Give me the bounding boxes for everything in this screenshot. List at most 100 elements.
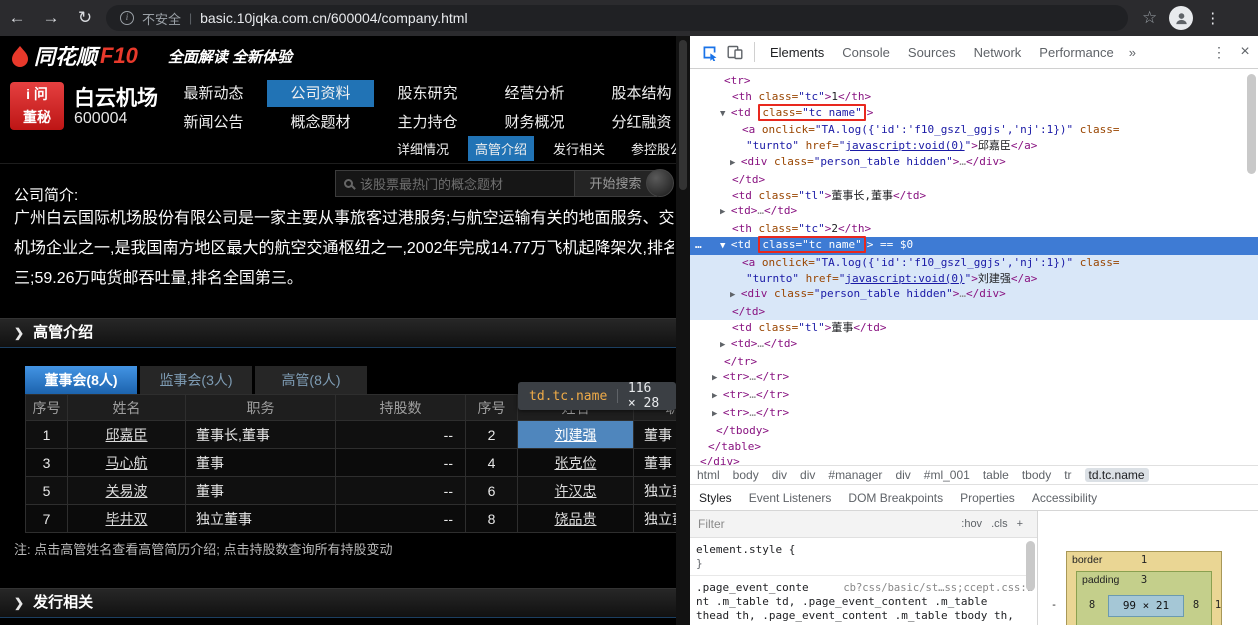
dom-tree-line[interactable]: "turnto" href="javascript:void(0)">刘建强</… <box>690 270 1258 287</box>
nav-item[interactable]: 股本结构 <box>588 80 676 107</box>
styles-filter-input[interactable]: Filter <box>698 517 725 531</box>
profile-avatar[interactable] <box>1169 6 1194 30</box>
subnav-item[interactable]: 高管介绍 <box>468 136 535 161</box>
table-cell[interactable]: 张克俭 <box>517 448 634 477</box>
inspect-element-icon[interactable] <box>696 44 722 61</box>
nav-item[interactable]: 财务概况 <box>481 109 588 136</box>
table-cell[interactable]: 关易波 <box>67 476 186 505</box>
dom-tree-line[interactable]: </div> <box>690 454 1258 465</box>
padding-right-value[interactable]: 8 <box>1188 599 1204 611</box>
breadcrumb-item[interactable]: tbody <box>1022 468 1051 482</box>
section-issue[interactable]: ❯ 发行相关 <box>0 588 676 618</box>
exec-name-link[interactable]: 毕井双 <box>106 511 148 527</box>
dom-tree-line[interactable]: ▶ <div class="person_table hidden">…</di… <box>690 154 1258 172</box>
new-rule-button[interactable]: + <box>1017 518 1023 530</box>
bookmark-star-icon[interactable]: ☆ <box>1142 8 1157 28</box>
dom-tree-line[interactable]: </tr> <box>690 354 1258 370</box>
dom-tree-line[interactable]: ▶ <tr>…</tr> <box>690 387 1258 405</box>
devtools-tab-console[interactable]: Console <box>833 45 899 60</box>
breadcrumb-item[interactable]: div <box>772 468 787 482</box>
devtools-tab-elements[interactable]: Elements <box>761 45 833 60</box>
subnav-item[interactable]: 参控股公司 <box>624 136 676 161</box>
ask-secretary-button[interactable]: i 问 董秘 <box>10 82 64 130</box>
border-right-value[interactable]: 1 <box>1210 599 1226 611</box>
hover-toggle[interactable]: :hov <box>961 518 982 530</box>
back-icon[interactable]: ← <box>0 8 34 28</box>
devtools-close-icon[interactable]: × <box>1232 43 1258 61</box>
devtools-tab-performance[interactable]: Performance <box>1030 45 1122 60</box>
dom-tree-line[interactable]: </td> <box>690 172 1258 188</box>
breadcrumb-item[interactable]: td.tc.name <box>1084 468 1149 482</box>
exec-name-link[interactable]: 马心航 <box>106 455 148 471</box>
exec-name-link[interactable]: 饶品贵 <box>555 511 597 527</box>
table-cell[interactable]: 许汉忠 <box>517 476 634 505</box>
breadcrumb-item[interactable]: table <box>983 468 1009 482</box>
section-executives[interactable]: ❯ 高管介绍 <box>0 318 676 348</box>
dom-tree-line[interactable]: ▶ <td>…</td> <box>690 203 1258 221</box>
styles-scrollbar-thumb[interactable] <box>1026 541 1035 591</box>
exec-tab[interactable]: 高管(8人) <box>255 366 367 394</box>
dom-tree-line[interactable]: … ▼ <td class="tc name" > == $0 <box>690 235 1258 255</box>
sidebar-tab[interactable]: Styles <box>699 491 732 505</box>
page-info-icon[interactable]: i <box>120 11 134 25</box>
breadcrumb-item[interactable]: div <box>895 468 910 482</box>
nav-item[interactable]: 最新动态 <box>160 80 267 107</box>
subnav-item[interactable]: 详细情况 <box>390 136 456 161</box>
breadcrumb-item[interactable]: #manager <box>828 468 882 482</box>
dom-tree-line[interactable]: </td> <box>690 304 1258 320</box>
dom-tree-line[interactable]: <a onclick="TA.log({'id':'f10_gszl_ggjs'… <box>690 122 1258 138</box>
more-tabs-icon[interactable]: » <box>1123 45 1142 60</box>
breadcrumb-item[interactable]: #ml_001 <box>924 468 970 482</box>
padding-left-value[interactable]: 8 <box>1084 599 1100 611</box>
breadcrumb-item[interactable]: html <box>697 468 720 482</box>
table-cell[interactable]: 刘建强 <box>517 420 634 449</box>
devtools-menu-icon[interactable]: ⋮ <box>1206 44 1232 61</box>
exec-name-link[interactable]: 张克俭 <box>555 455 597 471</box>
exec-name-link[interactable]: 邱嘉臣 <box>106 427 148 443</box>
dom-tree-line[interactable]: ▶ <tr>…</tr> <box>690 369 1258 387</box>
exec-name-link[interactable]: 刘建强 <box>555 427 597 443</box>
dom-tree-line[interactable]: ▶ <tr>…</tr> <box>690 405 1258 423</box>
dom-tree-line[interactable]: <td class="tl">董事长,董事</td> <box>690 188 1258 204</box>
css-source-link[interactable]: cb?css/basic/st…ss;ccept.css:1 <box>843 581 1033 595</box>
dom-tree-line[interactable]: ▶ <div class="person_table hidden">…</di… <box>690 286 1258 305</box>
nav-item[interactable]: 分红融资 <box>588 109 676 136</box>
nav-item[interactable]: 股东研究 <box>374 80 481 107</box>
dom-tree-line[interactable]: </table> <box>690 439 1258 455</box>
elements-scrollbar-thumb[interactable] <box>1247 74 1256 174</box>
table-cell[interactable]: 邱嘉臣 <box>67 420 186 449</box>
exec-tab[interactable]: 监事会(3人) <box>140 366 252 394</box>
element-style-rule[interactable]: element.style { <box>696 543 1033 557</box>
nav-item[interactable]: 公司资料 <box>267 80 374 107</box>
page-scrollbar-thumb[interactable] <box>679 40 687 190</box>
dom-tree-line[interactable]: ▶ <td>…</td> <box>690 336 1258 354</box>
devtools-tab-sources[interactable]: Sources <box>899 45 965 60</box>
address-bar[interactable]: i 不安全 | basic.10jqka.com.cn/600004/compa… <box>106 5 1128 31</box>
exec-name-link[interactable]: 许汉忠 <box>555 483 597 499</box>
dom-tree-line[interactable]: ▼ <td class="tc name" > <box>690 103 1258 123</box>
dom-tree-line[interactable]: </tbody> <box>690 423 1258 439</box>
dom-tree-line[interactable]: <th class="tc">2</th> <box>690 221 1258 237</box>
exec-tab[interactable]: 董事会(8人) <box>25 366 137 394</box>
search-button[interactable]: 开始搜索 <box>575 170 657 197</box>
breadcrumb-item[interactable]: tr <box>1064 468 1071 482</box>
browser-menu-icon[interactable]: ⋮ <box>1205 9 1220 27</box>
dom-tree-line[interactable]: <td class="tl">董事</td> <box>690 320 1258 336</box>
url-text[interactable]: basic.10jqka.com.cn/600004/company.html <box>200 10 467 26</box>
breadcrumb-item[interactable]: body <box>733 468 759 482</box>
dom-tree-line[interactable]: "turnto" href="javascript:void(0)">邱嘉臣</… <box>690 138 1258 154</box>
breadcrumb-item[interactable]: div <box>800 468 815 482</box>
search-input[interactable]: 该股票最热门的概念题材 <box>335 170 575 197</box>
page-scrollbar[interactable] <box>676 36 690 625</box>
padding-top-value[interactable]: 3 <box>1136 574 1152 586</box>
nav-item[interactable]: 主力持仓 <box>374 109 481 136</box>
table-cell[interactable]: 马心航 <box>67 448 186 477</box>
forward-icon[interactable]: → <box>34 8 68 28</box>
nav-item[interactable]: 概念题材 <box>267 109 374 136</box>
box-model-content-box[interactable]: 99 × 21 <box>1108 595 1184 617</box>
sidebar-tab[interactable]: DOM Breakpoints <box>848 491 943 505</box>
table-cell[interactable]: 饶品贵 <box>517 504 634 533</box>
sidebar-tab[interactable]: Event Listeners <box>749 491 832 505</box>
dom-tree-line[interactable]: <th class="tc">1</th> <box>690 89 1258 105</box>
device-toolbar-icon[interactable] <box>722 44 748 60</box>
